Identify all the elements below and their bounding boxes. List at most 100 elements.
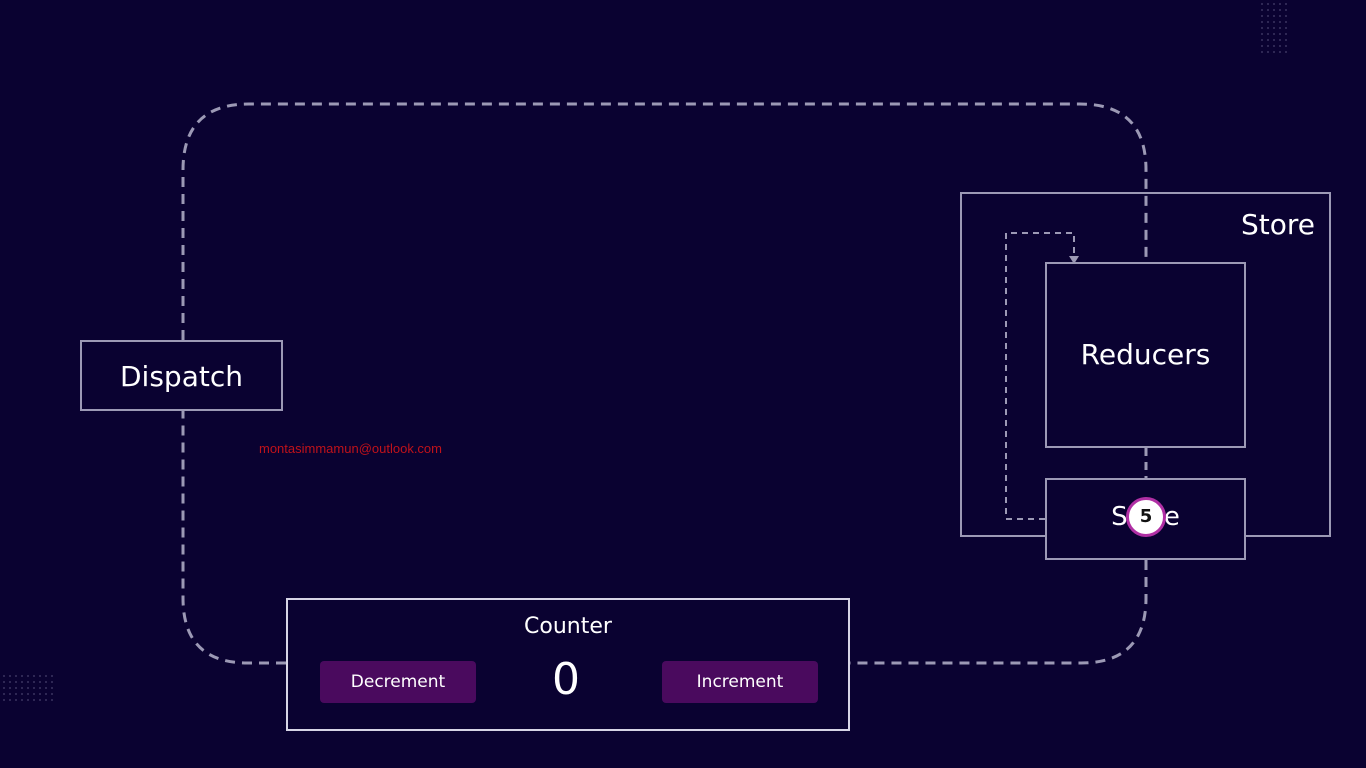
decorative-dot (1279, 27, 1281, 29)
decorative-dot (1273, 21, 1275, 23)
decorative-dot (1273, 33, 1275, 35)
decrement-button[interactable]: Decrement (320, 661, 476, 703)
decorative-dot (1273, 45, 1275, 47)
state-to-counter-path (850, 560, 1148, 665)
decorative-dot (45, 693, 47, 695)
decorative-dot (9, 681, 11, 683)
reducers-box: Reducers (1045, 262, 1246, 448)
decorative-dot (9, 693, 11, 695)
decorative-dot (1261, 21, 1263, 23)
decorative-dot (39, 681, 41, 683)
decorative-dot (27, 675, 29, 677)
decorative-dot (1273, 15, 1275, 17)
decorative-dot (1285, 9, 1287, 11)
decorative-dot (9, 675, 11, 677)
counter-component: Counter Decrement 0 Increment (286, 598, 850, 731)
dispatch-label: Dispatch (120, 360, 243, 393)
decorative-dot (1285, 33, 1287, 35)
decorative-dot (9, 699, 11, 701)
decorative-dot (1261, 45, 1263, 47)
decorative-dot (51, 699, 53, 701)
decorative-dot (27, 699, 29, 701)
decorative-dot (1267, 51, 1269, 53)
decorative-dot (1273, 27, 1275, 29)
store-label: Store (1240, 208, 1315, 241)
decorative-dot (1285, 3, 1287, 5)
decorative-dot (1267, 45, 1269, 47)
decorative-dot (1273, 9, 1275, 11)
decorative-dot (15, 681, 17, 683)
counter-value: 0 (552, 654, 580, 705)
decorative-dot (3, 675, 5, 677)
decorative-dot (1279, 9, 1281, 11)
decorative-dot (1267, 21, 1269, 23)
decorative-dot (1273, 39, 1275, 41)
decorative-dots-top-right (1261, 3, 1287, 53)
decorative-dot (15, 675, 17, 677)
decorative-dot (3, 681, 5, 683)
decorative-dot (1279, 3, 1281, 5)
counter-title: Counter (524, 614, 612, 639)
decorative-dot (1285, 21, 1287, 23)
decorative-dot (21, 693, 23, 695)
decorative-dot (1279, 45, 1281, 47)
decorative-dot (27, 687, 29, 689)
decorative-dot (1285, 45, 1287, 47)
decorative-dot (1261, 27, 1263, 29)
decorative-dot (1261, 51, 1263, 53)
decorative-dot (1285, 15, 1287, 17)
decorative-dot (1267, 9, 1269, 11)
decorative-dot (21, 681, 23, 683)
decorative-dot (51, 675, 53, 677)
decorative-dot (39, 699, 41, 701)
decorative-dot (1279, 51, 1281, 53)
decorative-dot (45, 675, 47, 677)
decorative-dot (1267, 39, 1269, 41)
decorative-dot (39, 693, 41, 695)
decorative-dot (45, 681, 47, 683)
decorative-dot (15, 699, 17, 701)
decorative-dot (1279, 33, 1281, 35)
decorative-dot (1273, 3, 1275, 5)
decorative-dot (33, 687, 35, 689)
decorative-dot (51, 693, 53, 695)
decorative-dot (45, 699, 47, 701)
decorative-dot (21, 687, 23, 689)
decorative-dot (51, 681, 53, 683)
decorative-dot (1279, 39, 1281, 41)
increment-button[interactable]: Increment (662, 661, 818, 703)
decorative-dots-bottom-left (3, 675, 53, 701)
decorative-dot (3, 699, 5, 701)
decorative-dot (21, 675, 23, 677)
decorative-dot (33, 681, 35, 683)
decorative-dot (9, 687, 11, 689)
decorative-dot (15, 687, 17, 689)
decorative-dot (33, 693, 35, 695)
email-watermark: montasimmamun@outlook.com (259, 441, 442, 456)
decorative-dot (1285, 51, 1287, 53)
decorative-dot (1261, 9, 1263, 11)
decorative-dot (51, 687, 53, 689)
decorative-dot (33, 699, 35, 701)
decorative-dot (1267, 27, 1269, 29)
decorative-dot (1285, 39, 1287, 41)
decorative-dot (1267, 15, 1269, 17)
decorative-dot (15, 693, 17, 695)
decorative-dot (1285, 27, 1287, 29)
decorative-dot (3, 687, 5, 689)
decorative-dot (1261, 3, 1263, 5)
decorative-dot (1273, 51, 1275, 53)
dispatch-box: Dispatch (80, 340, 283, 411)
decorative-dot (1279, 21, 1281, 23)
decorative-dot (3, 693, 5, 695)
decorative-dot (33, 675, 35, 677)
decorative-dot (1267, 3, 1269, 5)
decorative-dot (1261, 15, 1263, 17)
decorative-dot (27, 693, 29, 695)
decorative-dot (39, 687, 41, 689)
step-number-badge: 5 (1126, 497, 1166, 537)
decorative-dot (27, 681, 29, 683)
decorative-dot (1279, 15, 1281, 17)
reducers-label: Reducers (1080, 338, 1211, 371)
decorative-dot (21, 699, 23, 701)
